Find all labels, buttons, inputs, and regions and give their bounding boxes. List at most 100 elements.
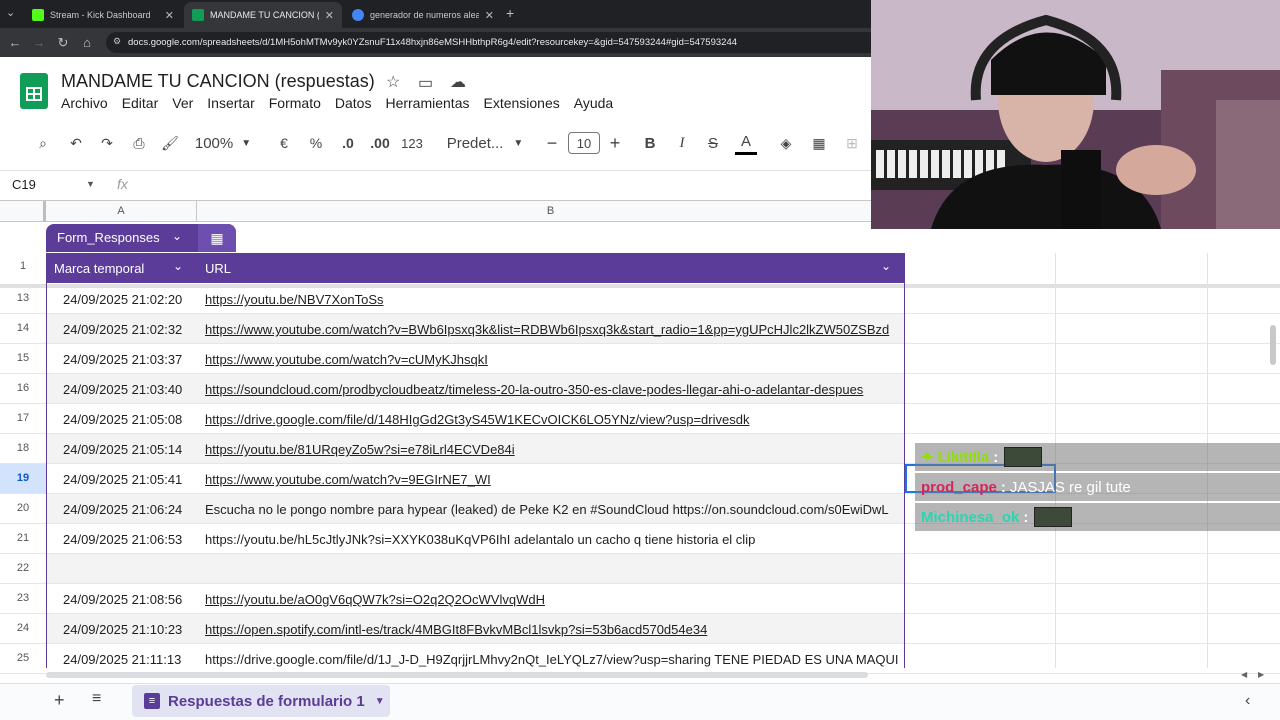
row-header[interactable]: 1 <box>0 260 46 272</box>
chevron-down-icon[interactable]: ⌄ <box>173 259 183 273</box>
timestamp-cell[interactable]: 24/09/2025 21:08:56 <box>63 592 182 607</box>
url-cell[interactable]: https://youtu.be/hL5cJtlyJNk?si=XXYK038u… <box>205 532 905 547</box>
row-header[interactable]: 20 <box>0 502 46 514</box>
horizontal-scrollbar-thumb[interactable] <box>46 672 868 678</box>
vertical-scrollbar-thumb[interactable] <box>1270 325 1276 365</box>
url-cell[interactable]: https://www.youtube.com/watch?v=BWb6Ipsx… <box>205 322 905 337</box>
row-header[interactable]: 14 <box>0 322 46 334</box>
timestamp-cell[interactable]: 24/09/2025 21:11:13 <box>63 652 181 667</box>
number-format-button[interactable]: 123 <box>400 128 424 158</box>
timestamp-cell[interactable]: 24/09/2025 21:05:41 <box>63 472 182 487</box>
paint-format-icon[interactable]: 🖌 <box>160 128 180 158</box>
column-header-a[interactable]: A <box>46 201 197 222</box>
move-folder-icon[interactable]: ▭ <box>418 73 433 93</box>
star-icon[interactable]: ☆ <box>386 72 400 92</box>
font-size-decrease-icon[interactable]: − <box>542 128 562 158</box>
menu-archivo[interactable]: Archivo <box>61 95 108 111</box>
new-tab-icon[interactable]: + <box>506 5 514 21</box>
tab-list-icon[interactable]: ⌄ <box>6 6 15 19</box>
borders-icon[interactable]: ▦ <box>809 128 829 158</box>
menu-extensiones[interactable]: Extensiones <box>483 95 559 111</box>
menu-editar[interactable]: Editar <box>122 95 159 111</box>
menu-formato[interactable]: Formato <box>269 95 321 111</box>
currency-button[interactable]: € <box>274 128 294 158</box>
italic-icon[interactable]: I <box>672 128 692 158</box>
text-color-icon[interactable]: A <box>735 131 757 155</box>
font-size-increase-icon[interactable]: + <box>605 128 625 158</box>
menu-insertar[interactable]: Insertar <box>207 95 254 111</box>
url-cell[interactable]: https://soundcloud.com/prodbycloudbeatz/… <box>205 382 905 397</box>
scroll-left-icon[interactable]: ◀ <box>1241 670 1247 679</box>
chevron-down-icon[interactable]: ⌄ <box>881 259 891 273</box>
url-cell[interactable]: Escucha no le pongo nombre para hypear (… <box>205 502 905 517</box>
row-header[interactable]: 15 <box>0 352 46 364</box>
table-name-chip[interactable]: Form_Responses ⌄ ▦ <box>46 224 236 252</box>
chevron-down-icon[interactable]: ▼ <box>375 696 385 707</box>
select-all-corner[interactable] <box>0 201 46 222</box>
zoom-select[interactable]: 100% ▼ <box>192 128 254 158</box>
bold-icon[interactable]: B <box>640 128 660 158</box>
chevron-down-icon[interactable]: ⌄ <box>172 229 182 243</box>
document-title[interactable]: MANDAME TU CANCION (respuestas) <box>61 71 375 92</box>
close-tab-icon[interactable]: ✕ <box>325 9 334 22</box>
timestamp-cell[interactable]: 24/09/2025 21:02:32 <box>63 322 182 337</box>
sheet-tab[interactable]: ≡ Respuestas de formulario 1 ▼ <box>132 685 390 717</box>
url-cell[interactable]: https://youtu.be/aO0gV6qQW7k?si=O2q2Q2Oc… <box>205 592 905 607</box>
timestamp-cell[interactable]: 24/09/2025 21:06:53 <box>63 532 182 547</box>
merge-cells-icon[interactable]: ⊞ <box>842 128 862 158</box>
close-tab-icon[interactable]: ✕ <box>485 9 494 22</box>
sheets-logo-icon[interactable] <box>20 73 48 109</box>
url-cell[interactable]: https://open.spotify.com/intl-es/track/4… <box>205 622 905 637</box>
url-cell[interactable]: https://drive.google.com/file/d/148HIgGd… <box>205 412 905 427</box>
row-header[interactable]: 19 <box>0 472 46 484</box>
column-name-a[interactable]: Marca temporal <box>54 261 144 276</box>
row-header[interactable]: 22 <box>0 562 46 574</box>
url-cell[interactable]: https://youtu.be/NBV7XonToSs <box>205 292 905 307</box>
url-cell[interactable]: https://www.youtube.com/watch?v=cUMyKJhs… <box>205 352 905 367</box>
timestamp-cell[interactable]: 24/09/2025 21:05:08 <box>63 412 182 427</box>
collapse-panel-icon[interactable]: ‹ <box>1245 692 1250 710</box>
percent-button[interactable]: % <box>306 128 326 158</box>
column-name-b[interactable]: URL <box>205 261 231 276</box>
row-header[interactable]: 13 <box>0 292 46 304</box>
timestamp-cell[interactable]: 24/09/2025 21:03:40 <box>63 382 182 397</box>
browser-tab[interactable]: Stream - Kick Dashboard ✕ <box>24 2 182 28</box>
url-cell[interactable]: https://youtu.be/81URqeyZo5w?si=e78iLrl4… <box>205 442 905 457</box>
column-header-b[interactable]: B <box>197 201 905 222</box>
strikethrough-icon[interactable]: S <box>703 128 723 158</box>
browser-tab-active[interactable]: MANDAME TU CANCION (resp ✕ <box>184 2 342 28</box>
font-select[interactable]: Predet... ▼ <box>445 128 525 158</box>
print-icon[interactable]: ⎙ <box>129 128 149 158</box>
name-box[interactable]: C19 ▼ <box>12 177 95 192</box>
menu-herramientas[interactable]: Herramientas <box>385 95 469 111</box>
redo-icon[interactable]: ↷ <box>97 128 117 158</box>
home-icon[interactable]: ⌂ <box>75 35 99 50</box>
row-header[interactable]: 16 <box>0 382 46 394</box>
timestamp-cell[interactable]: 24/09/2025 21:02:20 <box>63 292 182 307</box>
timestamp-cell[interactable]: 24/09/2025 21:05:14 <box>63 442 182 457</box>
increase-decimal-button[interactable]: .00 <box>368 128 392 158</box>
cloud-status-icon[interactable]: ☁ <box>450 72 466 92</box>
menu-datos[interactable]: Datos <box>335 95 372 111</box>
row-header[interactable]: 17 <box>0 412 46 424</box>
menu-ayuda[interactable]: Ayuda <box>574 95 613 111</box>
row-header[interactable]: 24 <box>0 622 46 634</box>
row-header[interactable]: 23 <box>0 592 46 604</box>
row-header[interactable]: 21 <box>0 532 46 544</box>
all-sheets-icon[interactable]: ≡ <box>92 690 101 708</box>
add-sheet-icon[interactable]: + <box>54 690 65 711</box>
back-icon[interactable]: ← <box>3 35 27 50</box>
menu-ver[interactable]: Ver <box>172 95 193 111</box>
timestamp-cell[interactable]: 24/09/2025 21:10:23 <box>63 622 182 637</box>
timestamp-cell[interactable]: 24/09/2025 21:06:24 <box>63 502 182 517</box>
row-header[interactable]: 25 <box>0 652 46 664</box>
browser-tab[interactable]: generador de numeros aleato ✕ <box>344 2 502 28</box>
url-cell[interactable]: https://www.youtube.com/watch?v=9EGIrNE7… <box>205 472 905 487</box>
undo-icon[interactable]: ↶ <box>66 128 86 158</box>
forward-icon[interactable]: → <box>27 35 51 50</box>
url-cell[interactable]: https://drive.google.com/file/d/1J_J-D_H… <box>205 652 905 667</box>
close-tab-icon[interactable]: ✕ <box>165 9 174 22</box>
decrease-decimal-button[interactable]: .0 <box>337 128 359 158</box>
timestamp-cell[interactable]: 24/09/2025 21:03:37 <box>63 352 182 367</box>
row-header[interactable]: 18 <box>0 442 46 454</box>
